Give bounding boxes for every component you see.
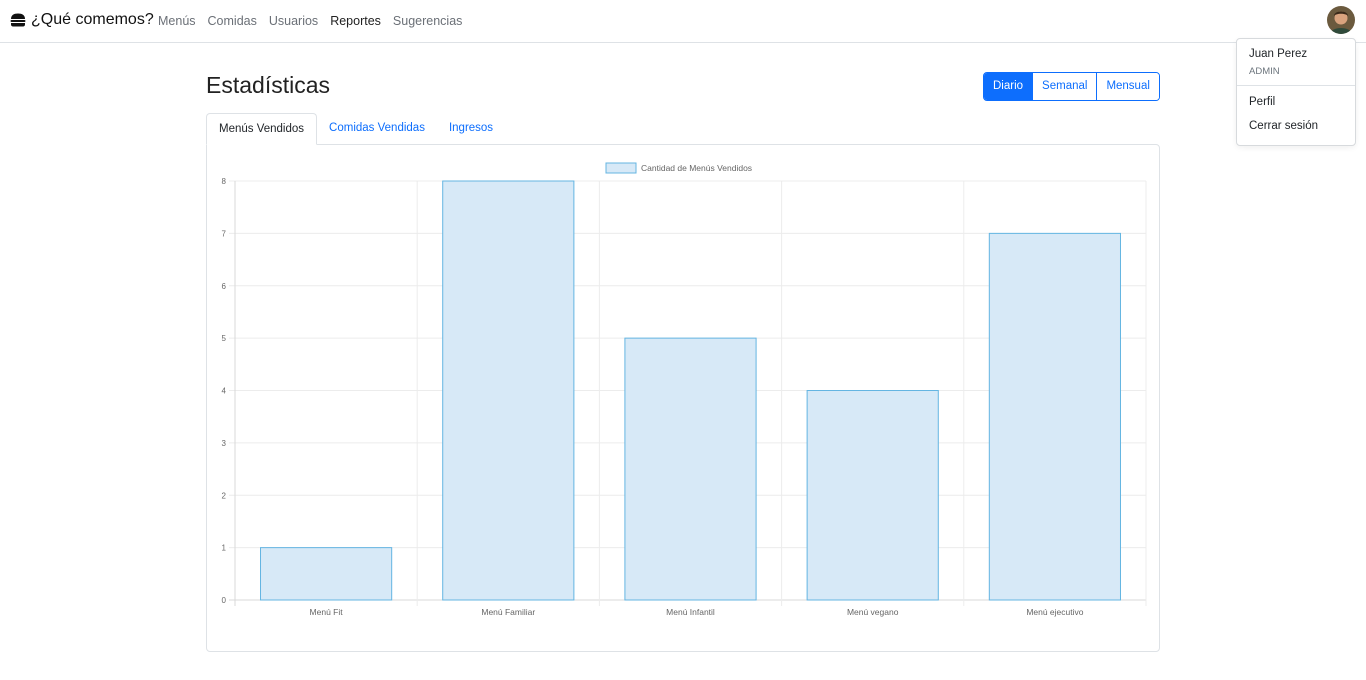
y-tick-label: 3	[222, 439, 227, 448]
bar-1	[260, 547, 393, 601]
nav-link-usuarios[interactable]: Usuarios	[269, 14, 318, 28]
period-weekly-button[interactable]: Semanal	[1032, 73, 1097, 100]
y-tick-label: 7	[222, 229, 227, 238]
bar-5	[988, 232, 1121, 601]
x-tick-label: Menú ejecutivo	[1026, 607, 1083, 617]
y-tick-label: 8	[222, 177, 227, 186]
profile-menu-item[interactable]: Perfil	[1249, 96, 1275, 108]
y-tick-label: 1	[222, 544, 227, 553]
navbar: ¿Qué comemos? Menús Comidas Usuarios Rep…	[0, 0, 1366, 43]
tab-ingresos[interactable]: Ingresos	[437, 113, 505, 145]
y-tick-label: 6	[222, 282, 227, 291]
period-monthly-button[interactable]: Mensual	[1096, 73, 1159, 100]
user-avatar-image	[1327, 6, 1355, 34]
x-tick-label: Menú Fit	[310, 607, 344, 617]
bar-4	[806, 390, 939, 601]
bar-2	[442, 180, 575, 601]
y-tick-label: 0	[222, 596, 227, 605]
page-title: Estadísticas	[206, 72, 330, 98]
brand-name: ¿Qué comemos?	[31, 11, 154, 28]
x-tick-label: Menú Familiar	[481, 607, 535, 617]
tab-comidas-vendidas[interactable]: Comidas Vendidas	[317, 113, 437, 145]
x-tick-label: Menú vegano	[847, 607, 899, 617]
bar-chart: 0 1 2 3 4 5 6 7 8 Menú Fit Menú Familiar Menú Infan…	[222, 162, 1147, 617]
report-tabs: Menús Vendidos Comidas Vendidas Ingresos	[206, 113, 505, 145]
x-tick-label: Menú Infantil	[666, 607, 715, 617]
nav-link-reportes[interactable]: Reportes	[330, 14, 381, 28]
nav-links: Menús Comidas Usuarios Reportes Sugerenc…	[158, 14, 462, 28]
nav-link-menus[interactable]: Menús	[158, 14, 196, 28]
avatar[interactable]	[1327, 6, 1355, 34]
period-selector: Diario Semanal Mensual	[983, 72, 1160, 101]
nav-link-comidas[interactable]: Comidas	[208, 14, 257, 28]
y-tick-label: 2	[222, 491, 227, 500]
brand[interactable]: ¿Qué comemos?	[10, 11, 154, 29]
burger-icon	[10, 13, 26, 27]
legend-swatch	[605, 162, 637, 174]
user-name: Juan Perez	[1249, 48, 1308, 60]
period-daily-button[interactable]: Diario	[984, 73, 1033, 100]
legend-label: Cantidad de Menús Vendidos	[641, 163, 752, 173]
nav-link-sugerencias[interactable]: Sugerencias	[393, 14, 463, 28]
bar-3	[624, 337, 757, 601]
logout-menu-item[interactable]: Cerrar sesión	[1249, 120, 1318, 132]
y-tick-label: 5	[222, 334, 227, 343]
user-role: ADMIN	[1249, 66, 1280, 77]
dropdown-divider	[1237, 85, 1355, 86]
y-tick-label: 4	[222, 387, 227, 396]
tab-menus-vendidos[interactable]: Menús Vendidos	[206, 113, 318, 145]
user-dropdown: Juan Perez ADMIN Perfil Cerrar sesión	[1236, 38, 1356, 146]
